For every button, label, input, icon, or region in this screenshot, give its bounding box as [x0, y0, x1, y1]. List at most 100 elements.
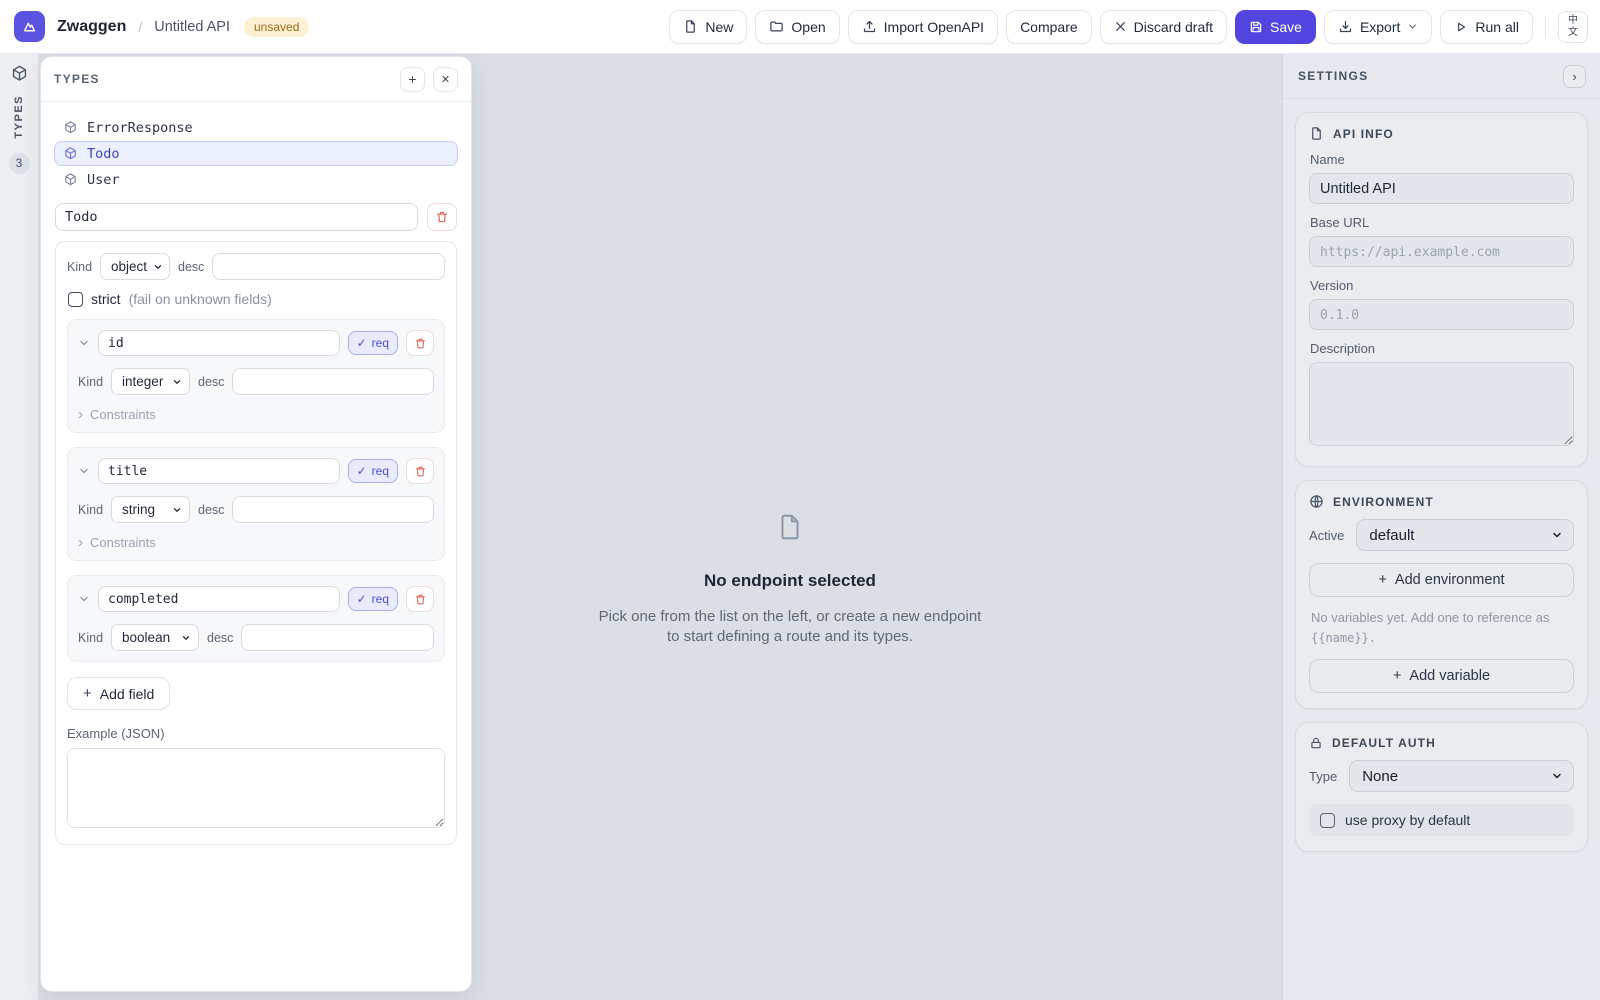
name-label: Name: [1310, 152, 1574, 167]
collapse-chevron-icon[interactable]: [78, 337, 90, 349]
strict-checkbox[interactable]: [68, 292, 83, 307]
check-icon: ✓: [357, 336, 367, 350]
required-label: req: [372, 336, 389, 350]
kind-select-value: boolean: [122, 630, 170, 645]
variable-reference-code: {{name}}.: [1311, 631, 1376, 645]
field-desc-input[interactable]: [232, 496, 434, 523]
language-toggle-button[interactable]: 中 文: [1558, 11, 1588, 43]
app-logo: [14, 11, 45, 42]
add-type-button[interactable]: +: [400, 67, 425, 92]
auth-type-value: None: [1362, 768, 1398, 785]
field-kind-select[interactable]: boolean: [111, 624, 199, 651]
add-field-button[interactable]: + Add field: [67, 677, 170, 710]
type-name-label: User: [87, 172, 120, 188]
strict-row: strict (fail on unknown fields): [68, 291, 445, 307]
environment-title-label: ENVIRONMENT: [1333, 495, 1434, 509]
api-info-title-label: API INFO: [1333, 127, 1394, 141]
open-button[interactable]: Open: [755, 10, 839, 44]
collapse-chevron-icon[interactable]: [78, 465, 90, 477]
types-panel-header: TYPES + ✕: [41, 57, 471, 102]
type-list-item-user[interactable]: User: [54, 167, 458, 192]
lock-icon: [1309, 736, 1323, 750]
required-label: req: [372, 464, 389, 478]
type-list-item-errorresponse[interactable]: ErrorResponse: [54, 115, 458, 140]
type-name-input[interactable]: [55, 203, 418, 231]
api-name-input[interactable]: [1309, 173, 1574, 204]
no-variables-text: No variables yet. Add one to reference a…: [1311, 610, 1549, 625]
base-url-input[interactable]: [1309, 236, 1574, 267]
plus-icon: +: [408, 71, 416, 87]
add-field-label: Add field: [100, 686, 154, 702]
empty-state-title: No endpoint selected: [490, 571, 1090, 591]
upload-icon: [862, 19, 877, 34]
field-kind-select[interactable]: string: [111, 496, 190, 523]
collapse-chevron-icon[interactable]: [78, 593, 90, 605]
required-toggle[interactable]: ✓ req: [348, 587, 398, 611]
description-label: Description: [1310, 341, 1574, 356]
required-toggle[interactable]: ✓ req: [348, 459, 398, 483]
breadcrumb-separator: /: [138, 19, 142, 35]
type-kind-select[interactable]: object: [100, 253, 170, 280]
field-header: ✓ req: [78, 458, 434, 484]
settings-header: SETTINGS ›: [1283, 54, 1600, 99]
field-desc-input[interactable]: [232, 368, 434, 395]
mountain-icon: [21, 18, 38, 35]
toolbar-divider: [1545, 16, 1546, 38]
field-desc-input[interactable]: [241, 624, 434, 651]
add-environment-button[interactable]: + Add environment: [1309, 563, 1574, 597]
example-json-textarea[interactable]: [67, 748, 445, 828]
rail-tab-types[interactable]: TYPES: [13, 95, 25, 139]
save-button[interactable]: Save: [1235, 10, 1316, 44]
no-variables-note: No variables yet. Add one to reference a…: [1311, 608, 1572, 647]
run-all-button[interactable]: Run all: [1440, 10, 1533, 44]
chevron-right-icon: ›: [78, 535, 83, 550]
kind-select-value: integer: [122, 374, 163, 389]
collapse-settings-button[interactable]: ›: [1563, 65, 1586, 88]
constraints-toggle[interactable]: › Constraints: [78, 407, 434, 422]
field-name-input[interactable]: [98, 458, 340, 484]
compare-button[interactable]: Compare: [1006, 10, 1092, 44]
desc-label: desc: [198, 375, 224, 389]
import-openapi-button[interactable]: Import OpenAPI: [848, 10, 998, 44]
import-button-label: Import OpenAPI: [884, 19, 984, 35]
delete-field-button[interactable]: [406, 586, 434, 612]
use-proxy-checkbox[interactable]: [1320, 813, 1335, 828]
export-button[interactable]: Export: [1324, 10, 1432, 44]
base-url-label: Base URL: [1310, 215, 1574, 230]
cube-icon: [63, 146, 78, 161]
left-rail: TYPES 3: [0, 54, 38, 1000]
field-name-input[interactable]: [98, 586, 340, 612]
chevron-right-icon: ›: [1572, 69, 1576, 84]
add-variable-button[interactable]: + Add variable: [1309, 659, 1574, 693]
types-panel: TYPES + ✕ ErrorResponse Todo User: [40, 56, 472, 992]
field-card-title: ✓ req Kind string desc: [67, 447, 445, 561]
active-environment-select[interactable]: default: [1356, 519, 1574, 551]
play-icon: [1454, 20, 1468, 34]
discard-draft-button[interactable]: Discard draft: [1100, 10, 1227, 44]
api-info-card: API INFO Name Base URL Version Descripti…: [1295, 112, 1588, 467]
empty-desc-line2: to start defining a route and its types.: [490, 627, 1090, 647]
required-toggle[interactable]: ✓ req: [348, 331, 398, 355]
trash-icon: [435, 210, 449, 224]
field-name-input[interactable]: [98, 330, 340, 356]
type-desc-input[interactable]: [212, 253, 445, 280]
chevron-down-icon: [172, 377, 182, 387]
topbar: Zwaggen / Untitled API unsaved New Open …: [0, 0, 1600, 54]
types-cube-icon[interactable]: [10, 64, 29, 83]
version-label: Version: [1310, 278, 1574, 293]
description-textarea[interactable]: [1309, 362, 1574, 446]
delete-field-button[interactable]: [406, 330, 434, 356]
auth-type-select[interactable]: None: [1349, 760, 1574, 792]
delete-field-button[interactable]: [406, 458, 434, 484]
active-env-row: Active default: [1309, 519, 1574, 551]
constraints-label: Constraints: [90, 535, 156, 550]
close-panel-button[interactable]: ✕: [433, 67, 458, 92]
field-kind-select[interactable]: integer: [111, 368, 190, 395]
version-input[interactable]: [1309, 299, 1574, 330]
constraints-toggle[interactable]: › Constraints: [78, 535, 434, 550]
use-proxy-row: use proxy by default: [1309, 804, 1574, 836]
new-button[interactable]: New: [669, 10, 747, 44]
type-list-item-todo[interactable]: Todo: [54, 141, 458, 166]
delete-type-button[interactable]: [427, 203, 457, 231]
use-proxy-label: use proxy by default: [1345, 812, 1470, 828]
